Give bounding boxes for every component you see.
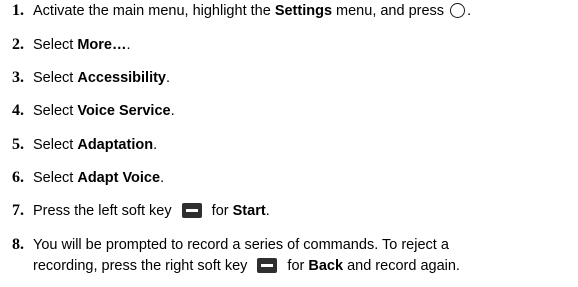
step-text-pre: Select bbox=[33, 103, 78, 119]
left-soft-key-icon bbox=[181, 203, 202, 218]
step-text-post: and record again. bbox=[343, 258, 460, 274]
step-bold-back: Back bbox=[308, 258, 344, 274]
circle-key-icon bbox=[450, 3, 466, 18]
step-bold-adapt-voice: Adapt Voice bbox=[77, 170, 161, 186]
step-text-line-1: You will be prompted to record a series … bbox=[33, 237, 449, 253]
step-bold-start: Start bbox=[232, 203, 266, 219]
step-number: 3. bbox=[12, 69, 24, 86]
step-text-post: menu, and press bbox=[332, 3, 449, 19]
step-bold-more: More… bbox=[77, 37, 127, 53]
step-text-pre: Activate the main menu, highlight the bbox=[33, 3, 275, 19]
step-text-mid: for bbox=[207, 203, 233, 219]
step-number: 7. bbox=[12, 202, 24, 219]
step-text-pre: recording, press the right soft key bbox=[33, 258, 252, 274]
instruction-list: 1. Activate the main menu, highlight the… bbox=[0, 0, 578, 287]
step-text-post: . bbox=[170, 103, 175, 119]
step-text: Select Voice Service. bbox=[33, 102, 175, 120]
step-text-post: . bbox=[126, 37, 131, 53]
step-text-pre: Select bbox=[33, 70, 78, 86]
step-number: 2. bbox=[12, 36, 24, 53]
step-number: 6. bbox=[12, 169, 24, 186]
step-text: Select More…. bbox=[33, 36, 131, 54]
step-text-post: . bbox=[153, 137, 158, 153]
step-bold-adaptation: Adaptation bbox=[77, 137, 154, 153]
step-text: Press the left soft key for Start. bbox=[33, 202, 270, 220]
step-text: Select Adapt Voice. bbox=[33, 169, 164, 187]
step-text: Select Adaptation. bbox=[33, 136, 157, 154]
step-text-post: . bbox=[265, 203, 270, 219]
step-text-pre: Select bbox=[33, 137, 78, 153]
step-number: 8. bbox=[12, 236, 24, 253]
step-text: Select Accessibility. bbox=[33, 69, 170, 87]
right-soft-key-icon bbox=[257, 258, 278, 273]
step-bold-settings: Settings bbox=[274, 3, 333, 19]
step-number: 4. bbox=[12, 102, 24, 119]
step-text-post: . bbox=[166, 70, 171, 86]
step-text-end: . bbox=[467, 3, 472, 19]
step-text: Activate the main menu, highlight the Se… bbox=[33, 2, 471, 20]
step-text-line-2: recording, press the right soft key for … bbox=[33, 257, 460, 275]
step-text-pre: Select bbox=[33, 37, 78, 53]
step-text-pre: Select bbox=[33, 170, 78, 186]
step-number: 5. bbox=[12, 136, 24, 153]
step-text-pre: Press the left soft key bbox=[33, 203, 176, 219]
step-number: 1. bbox=[12, 2, 24, 19]
step-text-mid: for bbox=[283, 258, 309, 274]
step-bold-voice-service: Voice Service bbox=[77, 103, 171, 119]
step-text-post: . bbox=[160, 170, 165, 186]
step-bold-accessibility: Accessibility bbox=[77, 70, 167, 86]
